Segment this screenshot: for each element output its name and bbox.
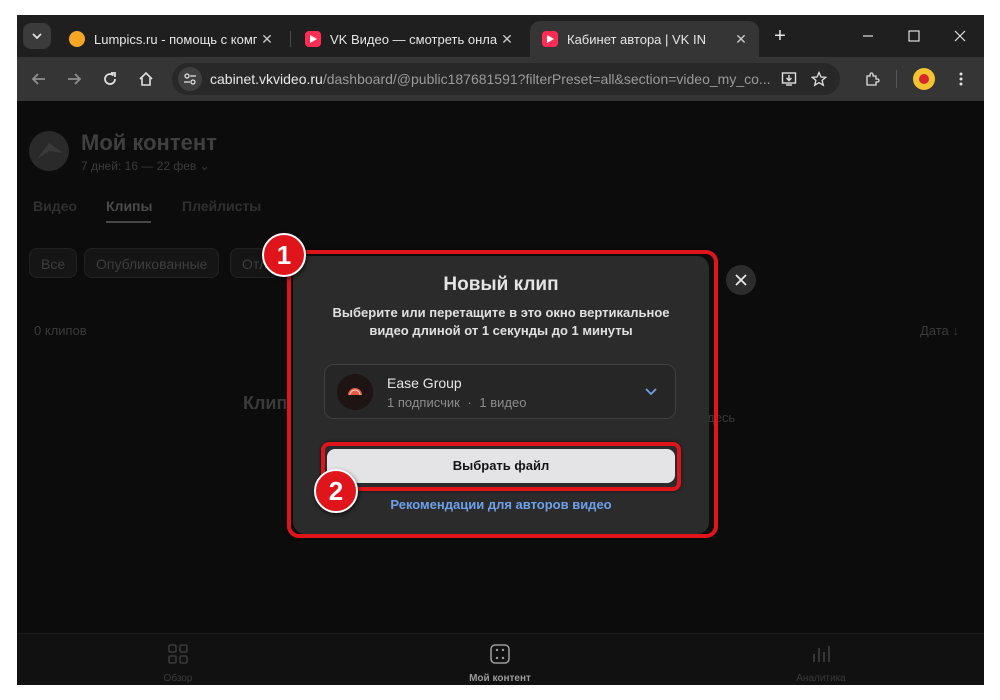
nav-overview-label: Обзор xyxy=(163,673,193,684)
close-icon xyxy=(954,30,966,42)
close-icon xyxy=(735,274,747,286)
grid-icon xyxy=(168,644,188,664)
empty-state-title: Клип xyxy=(243,393,288,413)
filter-all[interactable]: Все xyxy=(29,248,78,278)
nav-my-content-label: Мой контент xyxy=(469,673,531,684)
tab-title: Lumpics.ru - помощь с компь xyxy=(94,31,257,47)
video-library-icon xyxy=(490,644,510,664)
tab-search-button[interactable] xyxy=(23,23,51,49)
step-badge-2: 2 xyxy=(314,469,358,513)
install-icon xyxy=(781,72,797,86)
nav-overview[interactable]: Обзор xyxy=(138,642,218,684)
minimize-button[interactable] xyxy=(854,23,882,49)
close-dialog-button[interactable] xyxy=(726,265,756,295)
tab-vk-video[interactable]: VK Видео — смотреть онлайн ✕ xyxy=(293,21,525,57)
arrow-left-icon xyxy=(31,73,45,85)
menu-button[interactable] xyxy=(948,66,974,92)
bottom-navigation: Обзор Мой контент Аналитика xyxy=(17,633,984,685)
close-tab-icon[interactable]: ✕ xyxy=(731,31,751,48)
tab-lumpics[interactable]: Lumpics.ru - помощь с компь ✕ xyxy=(57,21,285,57)
url-path: /dashboard/@public187681591?filterPreset… xyxy=(322,71,770,87)
url-host: cabinet.vkvideo.ru xyxy=(210,71,323,87)
bookmark-button[interactable] xyxy=(806,66,832,92)
home-button[interactable] xyxy=(133,66,159,92)
tab-clips[interactable]: Клипы xyxy=(106,198,152,214)
install-app-button[interactable] xyxy=(776,66,802,92)
nav-my-content[interactable]: Мой контент xyxy=(460,642,540,684)
page-title: Мой контент xyxy=(81,130,217,155)
arrow-down-icon: ↓ xyxy=(952,323,959,338)
arrow-right-icon xyxy=(68,73,82,85)
browser-toolbar: cabinet.vkvideo.ru/dashboard/@public1876… xyxy=(17,57,984,101)
tab-title: Кабинет автора | VK IN xyxy=(567,31,706,47)
tab-strip: Lumpics.ru - помощь с компь ✕ VK Видео —… xyxy=(17,15,984,57)
puzzle-icon xyxy=(866,72,880,86)
date-range-label: 7 дней: 16 — 22 фев xyxy=(81,159,197,173)
close-tab-icon[interactable]: ✕ xyxy=(257,31,277,48)
home-icon xyxy=(139,71,153,86)
forward-button[interactable] xyxy=(61,66,87,92)
choose-file-highlight xyxy=(321,442,681,491)
step-badge-1: 1 xyxy=(262,233,306,277)
nav-analytics[interactable]: Аналитика xyxy=(781,642,861,684)
url-text: cabinet.vkvideo.ru/dashboard/@public1876… xyxy=(210,71,770,87)
tab-separator xyxy=(290,31,291,47)
reload-icon xyxy=(104,72,116,85)
selected-tab-underline xyxy=(106,221,151,223)
profile-avatar-icon xyxy=(913,68,935,90)
close-tab-icon[interactable]: ✕ xyxy=(497,31,517,48)
sort-label: Дата xyxy=(920,323,949,338)
sort-by-date[interactable]: Дата ↓ xyxy=(920,323,959,338)
date-range-selector[interactable]: 7 дней: 16 — 22 фев ⌄ xyxy=(81,159,210,173)
tab-playlists[interactable]: Плейлисты xyxy=(182,198,261,214)
star-icon xyxy=(811,71,827,87)
site-info-button[interactable] xyxy=(178,67,202,91)
lumpics-favicon-icon xyxy=(69,31,85,47)
bar-chart-icon xyxy=(813,646,830,662)
more-vertical-icon xyxy=(959,72,963,86)
tab-author-cabinet[interactable]: Кабинет автора | VK IN ✕ xyxy=(530,21,759,57)
chevron-down-icon xyxy=(32,33,42,40)
tab-video[interactable]: Видео xyxy=(33,198,77,214)
address-bar[interactable]: cabinet.vkvideo.ru/dashboard/@public1876… xyxy=(172,63,840,95)
nav-analytics-label: Аналитика xyxy=(796,673,846,684)
maximize-button[interactable] xyxy=(900,23,928,49)
profile-button[interactable] xyxy=(911,66,937,92)
reload-button[interactable] xyxy=(97,66,123,92)
vk-video-favicon-icon xyxy=(542,31,558,47)
extensions-button[interactable] xyxy=(859,66,885,92)
filter-published[interactable]: Опубликованные xyxy=(84,248,220,278)
new-tab-button[interactable]: + xyxy=(769,25,791,47)
chevron-down-icon: ⌄ xyxy=(199,159,210,173)
tune-icon xyxy=(184,73,196,85)
vk-video-favicon-icon xyxy=(305,31,321,47)
close-window-button[interactable] xyxy=(946,23,974,49)
toolbar-divider xyxy=(896,70,897,88)
channel-avatar xyxy=(29,131,69,171)
clip-count: 0 клипов xyxy=(34,323,87,338)
back-button[interactable] xyxy=(26,66,52,92)
tab-title: VK Видео — смотреть онлайн xyxy=(330,31,497,47)
minimize-icon xyxy=(863,35,873,37)
maximize-icon xyxy=(908,30,920,42)
